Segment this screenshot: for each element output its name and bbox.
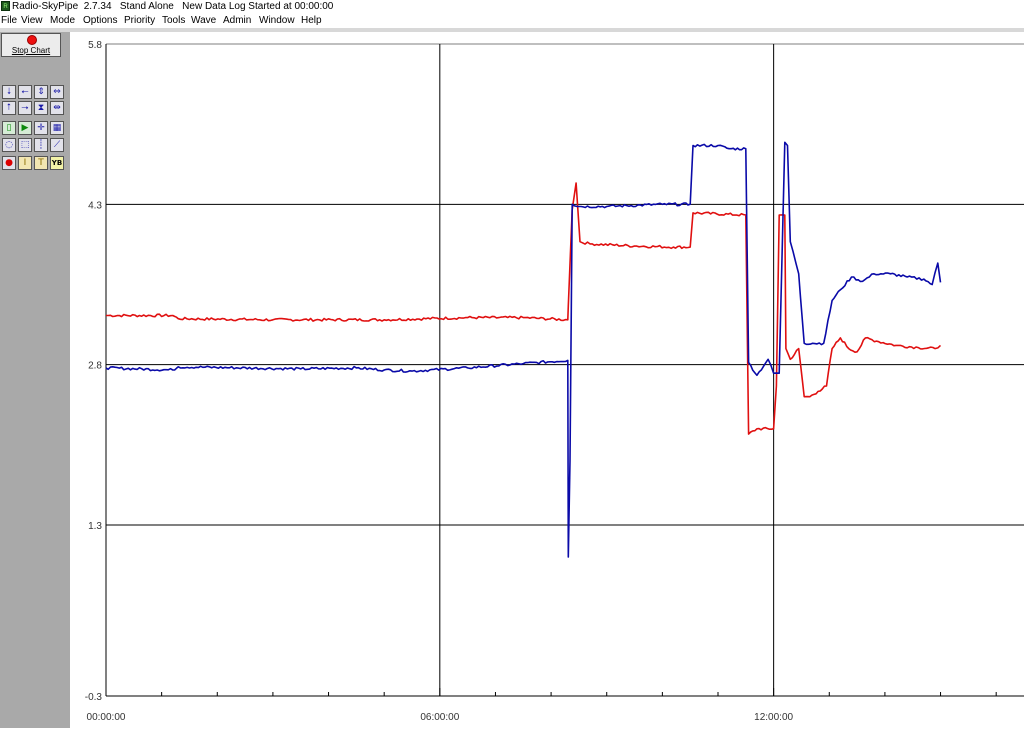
- y-tick-label: 2.8: [88, 361, 102, 372]
- menu-bar: File View Mode Options Priority Tools Wa…: [0, 13, 1024, 28]
- record-button[interactable]: ●: [2, 156, 16, 170]
- clipboard-icon: ▯: [6, 123, 12, 133]
- crosshair-button[interactable]: ✛: [34, 121, 48, 135]
- marker-button[interactable]: ┊: [34, 138, 48, 152]
- play-button[interactable]: ▶: [18, 121, 32, 135]
- expand-vertical-button[interactable]: ⇕: [34, 85, 48, 99]
- zoom-icon: ◌: [5, 140, 13, 150]
- grid-icon: ▦: [52, 123, 62, 133]
- stop-record-icon: [27, 35, 37, 45]
- title-bar: R Radio-SkyPipe 2.7.34 Stand Alone New D…: [0, 0, 1024, 13]
- menu-mode[interactable]: Mode: [50, 13, 75, 28]
- y-tick-label: -0.3: [85, 692, 103, 703]
- yb-icon: YB: [51, 159, 63, 167]
- compress-horizontal-icon: ⇹: [53, 103, 61, 113]
- expand-horizontal-button[interactable]: ⇔: [50, 85, 64, 99]
- stop-chart-label: Stop Chart: [11, 46, 51, 55]
- compress-horizontal-button[interactable]: ⇹: [50, 101, 64, 115]
- x-tick-label: 00:00:00: [87, 712, 126, 723]
- clipboard-button[interactable]: ▯: [2, 121, 16, 135]
- series-line-red: [106, 182, 942, 435]
- y-tick-label: 4.3: [88, 200, 102, 211]
- y-tick-label: 5.8: [88, 40, 102, 51]
- text-icon: T: [38, 158, 44, 168]
- menu-admin[interactable]: Admin: [223, 13, 251, 28]
- menu-window[interactable]: Window: [259, 13, 295, 28]
- window-title: Radio-SkyPipe 2.7.34 Stand Alone New Dat…: [12, 0, 333, 13]
- arrow-left-button[interactable]: ⭠: [18, 85, 32, 99]
- info-icon: I: [23, 158, 27, 168]
- plot-icon: ⟋: [53, 140, 61, 150]
- record-icon: ●: [5, 158, 13, 168]
- menu-options[interactable]: Options: [83, 13, 117, 28]
- compress-vertical-icon: ⧗: [37, 103, 45, 113]
- menu-priority[interactable]: Priority: [124, 13, 155, 28]
- text-button[interactable]: T: [34, 156, 48, 170]
- play-icon: ▶: [21, 123, 29, 133]
- app-logo-icon: R: [1, 1, 10, 11]
- stop-chart-button[interactable]: Stop Chart: [1, 33, 61, 57]
- menu-file[interactable]: File: [1, 13, 17, 28]
- plot-button[interactable]: ⟋: [50, 138, 64, 152]
- arrow-up-icon: ⭡: [6, 103, 12, 113]
- yb-button[interactable]: YB: [50, 156, 64, 170]
- crosshair-icon: ✛: [37, 123, 45, 133]
- expand-vertical-icon: ⇕: [37, 87, 45, 97]
- menu-view[interactable]: View: [21, 13, 43, 28]
- compress-vertical-button[interactable]: ⧗: [34, 101, 48, 115]
- info-button[interactable]: I: [18, 156, 32, 170]
- expand-horizontal-icon: ⇔: [53, 87, 61, 97]
- log-status: New Data Log Started at 00:00:00: [182, 1, 334, 12]
- x-tick-label: 06:00:00: [420, 712, 459, 723]
- app-mode: Stand Alone: [119, 1, 174, 12]
- chart-canvas[interactable]: 5.8 4.3 2.8 1.3 -0.3 00:00:00 06:00:00 12:00:00: [70, 32, 1024, 728]
- grid-button[interactable]: ▦: [50, 121, 64, 135]
- x-tick-label: 12:00:00: [754, 712, 793, 723]
- arrow-right-button[interactable]: ⭢: [18, 101, 32, 115]
- arrow-right-icon: ⭢: [21, 103, 29, 113]
- app-version: 2.7.34: [83, 1, 112, 12]
- menu-wave[interactable]: Wave: [191, 13, 216, 28]
- y-tick-label: 1.3: [88, 521, 102, 532]
- arrow-down-button[interactable]: ⭣: [2, 85, 16, 99]
- arrow-up-button[interactable]: ⭡: [2, 101, 16, 115]
- select-box-button[interactable]: ⬚: [18, 138, 32, 152]
- app-name: Radio-SkyPipe: [12, 1, 79, 12]
- menu-help[interactable]: Help: [301, 13, 322, 28]
- marker-icon: ┊: [38, 140, 44, 150]
- zoom-button[interactable]: ◌: [2, 138, 16, 152]
- strip-chart[interactable]: 5.8 4.3 2.8 1.3 -0.3 00:00:00 06:00:00 12:00:00: [70, 32, 1024, 728]
- menu-tools[interactable]: Tools: [162, 13, 185, 28]
- arrow-down-icon: ⭣: [6, 87, 12, 97]
- select-box-icon: ⬚: [20, 140, 30, 150]
- arrow-left-icon: ⭠: [21, 87, 29, 97]
- toolbar-sidebar: Stop Chart ⭣ ⭠ ⇕ ⇔ ⭡ ⭢ ⧗ ⇹ ▯ ▶ ✛ ▦ ◌ ⬚ ┊ ⟋ ● I T YB: [0, 32, 70, 728]
